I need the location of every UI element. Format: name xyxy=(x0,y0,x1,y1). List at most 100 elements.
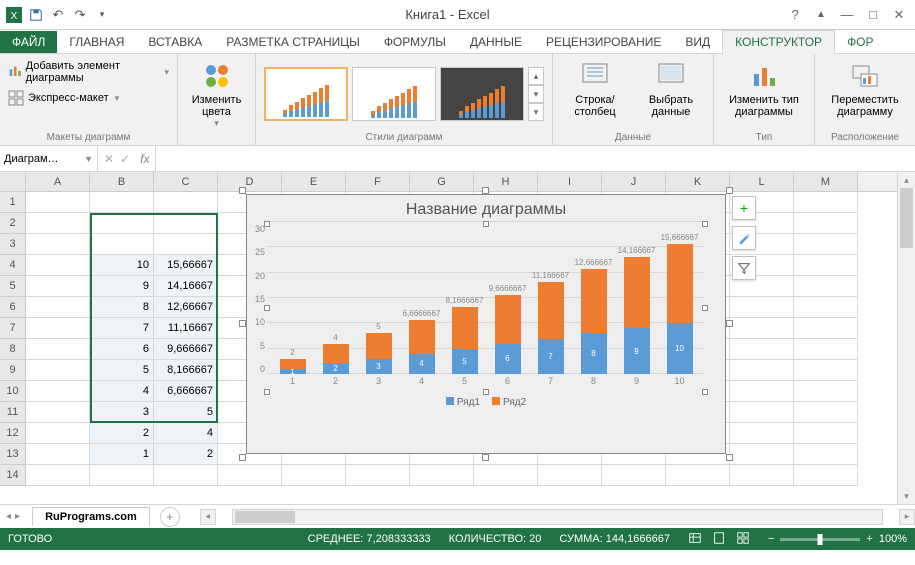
cell[interactable]: 12,66667 xyxy=(154,297,218,318)
cell[interactable] xyxy=(730,465,794,486)
cell[interactable]: 5 xyxy=(90,360,154,381)
cell[interactable] xyxy=(90,234,154,255)
col-E[interactable]: E xyxy=(282,172,346,191)
tab-design[interactable]: КОНСТРУКТОР xyxy=(722,30,835,54)
row-4[interactable]: 4 xyxy=(0,255,26,276)
cell[interactable] xyxy=(154,234,218,255)
cell[interactable] xyxy=(90,192,154,213)
cell[interactable] xyxy=(794,297,858,318)
tab-home[interactable]: ГЛАВНАЯ xyxy=(57,31,136,53)
zoom-level[interactable]: 100% xyxy=(879,533,907,545)
cell[interactable]: 2 xyxy=(154,444,218,465)
select-all-corner[interactable] xyxy=(0,172,26,191)
cell[interactable] xyxy=(26,255,90,276)
col-G[interactable]: G xyxy=(410,172,474,191)
hscroll-right[interactable]: ▸ xyxy=(899,509,915,525)
cell[interactable]: 11,16667 xyxy=(154,318,218,339)
cell[interactable] xyxy=(26,276,90,297)
zoom-control[interactable]: − + 100% xyxy=(768,533,907,545)
cell[interactable] xyxy=(794,465,858,486)
cell[interactable] xyxy=(730,444,794,465)
cell[interactable]: 8 xyxy=(90,297,154,318)
cell[interactable] xyxy=(26,423,90,444)
cell[interactable]: 8,166667 xyxy=(154,360,218,381)
cell[interactable]: 1 xyxy=(90,444,154,465)
cell[interactable]: 4 xyxy=(90,381,154,402)
cell[interactable] xyxy=(794,423,858,444)
formula-input[interactable] xyxy=(156,146,915,171)
cell[interactable]: 6,666667 xyxy=(154,381,218,402)
ribbon-toggle-button[interactable]: ▲ xyxy=(809,4,833,26)
cell[interactable] xyxy=(794,381,858,402)
style-thumb-3[interactable] xyxy=(440,67,524,121)
cell[interactable]: 4 xyxy=(154,423,218,444)
cell[interactable]: 2 xyxy=(90,423,154,444)
cell[interactable] xyxy=(26,297,90,318)
cell[interactable] xyxy=(730,339,794,360)
col-I[interactable]: I xyxy=(538,172,602,191)
cell[interactable] xyxy=(26,402,90,423)
switch-row-column-button[interactable]: Строка/ столбец xyxy=(561,58,629,120)
row-8[interactable]: 8 xyxy=(0,339,26,360)
redo-icon[interactable]: ↷ xyxy=(70,5,90,25)
cell[interactable] xyxy=(26,192,90,213)
cell[interactable]: 14,16667 xyxy=(154,276,218,297)
col-J[interactable]: J xyxy=(602,172,666,191)
cells-grid[interactable]: 1015,66667914,16667812,66667711,1666769,… xyxy=(26,192,858,486)
cell[interactable] xyxy=(730,402,794,423)
col-C[interactable]: C xyxy=(154,172,218,191)
chart-object[interactable]: Название диаграммы 051015202530 12243546… xyxy=(246,194,726,454)
minimize-button[interactable]: — xyxy=(835,4,859,26)
cell[interactable] xyxy=(90,213,154,234)
add-chart-element-button[interactable]: Добавить элемент диаграммы▾ xyxy=(8,58,169,86)
row-11[interactable]: 11 xyxy=(0,402,26,423)
formula-cancel[interactable]: ✕ xyxy=(104,152,114,166)
change-colors-button[interactable]: Изменить цвета ▾ xyxy=(186,58,247,131)
row-3[interactable]: 3 xyxy=(0,234,26,255)
cell[interactable] xyxy=(794,234,858,255)
tab-page-layout[interactable]: РАЗМЕТКА СТРАНИЦЫ xyxy=(214,31,372,53)
col-K[interactable]: K xyxy=(666,172,730,191)
name-box[interactable]: Диаграм…▼ xyxy=(0,146,98,171)
chart-plot-area[interactable]: 051015202530 12243546,666666758,16666676… xyxy=(266,223,706,393)
cell[interactable] xyxy=(666,465,730,486)
gallery-scroll[interactable]: ▴▾▾ xyxy=(528,67,544,121)
col-F[interactable]: F xyxy=(346,172,410,191)
save-icon[interactable] xyxy=(26,5,46,25)
row-1[interactable]: 1 xyxy=(0,192,26,213)
help-button[interactable]: ? xyxy=(783,4,807,26)
cell[interactable] xyxy=(794,318,858,339)
cell[interactable] xyxy=(474,465,538,486)
hscroll-left[interactable]: ◂ xyxy=(200,509,216,525)
cell[interactable] xyxy=(282,465,346,486)
chart-elements-button[interactable]: + xyxy=(732,196,756,220)
col-A[interactable]: A xyxy=(26,172,90,191)
chart-styles-gallery[interactable]: ▴▾▾ xyxy=(264,58,544,130)
chart-title[interactable]: Название диаграммы xyxy=(247,195,725,223)
horizontal-scrollbar[interactable] xyxy=(232,509,883,525)
zoom-in[interactable]: + xyxy=(866,533,872,545)
cell[interactable] xyxy=(794,276,858,297)
cell[interactable] xyxy=(794,402,858,423)
tab-view[interactable]: ВИД xyxy=(673,31,722,53)
zoom-out[interactable]: − xyxy=(768,533,774,545)
row-7[interactable]: 7 xyxy=(0,318,26,339)
row-14[interactable]: 14 xyxy=(0,465,26,486)
cell[interactable] xyxy=(794,444,858,465)
vertical-scrollbar[interactable]: ▴ ▾ xyxy=(897,172,915,504)
cell[interactable] xyxy=(730,381,794,402)
cell[interactable] xyxy=(26,213,90,234)
col-M[interactable]: M xyxy=(794,172,858,191)
col-D[interactable]: D xyxy=(218,172,282,191)
tab-insert[interactable]: ВСТАВКА xyxy=(136,31,214,53)
cell[interactable] xyxy=(602,465,666,486)
select-data-button[interactable]: Выбрать данные xyxy=(637,58,705,120)
cell[interactable] xyxy=(90,465,154,486)
style-thumb-2[interactable] xyxy=(352,67,436,121)
change-chart-type-button[interactable]: Изменить тип диаграммы xyxy=(722,58,806,120)
cell[interactable] xyxy=(154,465,218,486)
tab-data[interactable]: ДАННЫЕ xyxy=(458,31,534,53)
cell[interactable] xyxy=(154,213,218,234)
cell[interactable] xyxy=(410,465,474,486)
cell[interactable] xyxy=(794,339,858,360)
